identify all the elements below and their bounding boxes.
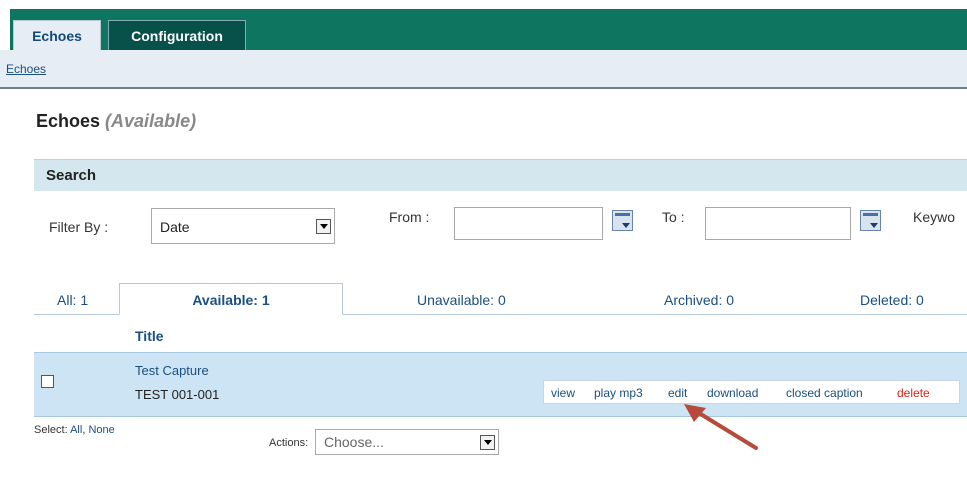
row-actions-bar: view play mp3 edit download closed capti… <box>543 380 960 404</box>
calendar-icon[interactable] <box>860 210 881 231</box>
edit-link[interactable]: edit <box>668 386 687 400</box>
annotation-arrow <box>684 404 758 450</box>
sub-navigation <box>0 50 967 89</box>
filter-by-value: Date <box>160 219 190 235</box>
select-none-link[interactable]: None <box>88 424 114 436</box>
tab-unavailable[interactable]: Unavailable: 0 <box>417 292 506 308</box>
page-title: Echoes (Available) <box>36 111 196 132</box>
delete-link[interactable]: delete <box>897 386 930 400</box>
calendar-icon[interactable] <box>612 210 633 231</box>
dropdown-arrow-icon[interactable] <box>316 219 331 234</box>
tab-all[interactable]: All: 1 <box>57 292 88 308</box>
select-controls: Select: All, None <box>34 424 115 436</box>
from-label: From : <box>389 209 430 225</box>
actions-select[interactable]: Choose... <box>315 429 499 455</box>
subnav-echoes-link[interactable]: Echoes <box>6 62 46 76</box>
page-title-text: Echoes <box>36 111 101 131</box>
row-course: TEST 001-001 <box>135 387 220 402</box>
filter-by-select[interactable]: Date <box>151 208 335 244</box>
select-label: Select: <box>34 424 68 436</box>
filter-by-label: Filter By : <box>49 219 109 235</box>
tab-available[interactable]: Available: 1 <box>119 283 343 315</box>
dropdown-arrow-icon[interactable] <box>480 435 495 450</box>
to-date-input[interactable] <box>705 207 851 240</box>
to-label: To : <box>662 209 685 225</box>
tab-deleted[interactable]: Deleted: 0 <box>860 292 924 308</box>
row-checkbox[interactable] <box>41 375 54 388</box>
tab-configuration[interactable]: Configuration <box>108 20 246 50</box>
search-header: Search <box>34 159 967 191</box>
download-link[interactable]: download <box>707 386 758 400</box>
tab-archived[interactable]: Archived: 0 <box>664 292 734 308</box>
view-link[interactable]: view <box>551 386 575 400</box>
actions-label: Actions: <box>269 437 309 449</box>
select-all-link[interactable]: All <box>70 424 82 436</box>
search-header-label: Search <box>46 167 97 184</box>
play-mp3-link[interactable]: play mp3 <box>594 386 643 400</box>
tab-echoes[interactable]: Echoes <box>13 20 101 50</box>
row-title-link[interactable]: Test Capture <box>135 363 209 378</box>
keyword-label: Keywo <box>913 209 956 225</box>
column-header-title[interactable]: Title <box>135 328 164 344</box>
closed-caption-link[interactable]: closed caption <box>786 386 863 400</box>
from-date-input[interactable] <box>454 207 603 240</box>
actions-placeholder: Choose... <box>324 434 384 450</box>
page-title-status: (Available) <box>105 111 197 131</box>
